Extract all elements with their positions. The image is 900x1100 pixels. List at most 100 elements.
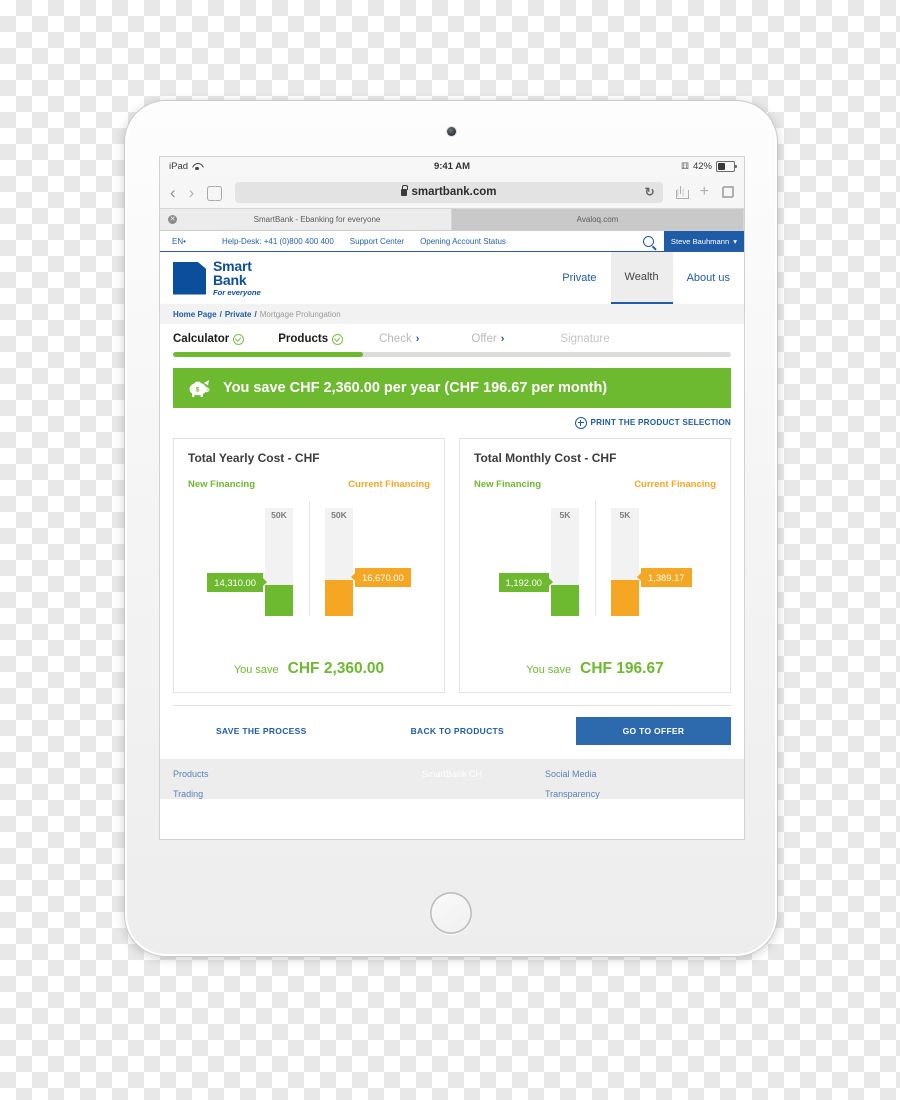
browser-tab-smartbank[interactable]: ✕ SmartBank - Ebanking for everyone <box>160 209 452 230</box>
utility-bar-right: Steve Bauhmann ▾ <box>642 231 744 251</box>
breadcrumb-current: Mortgage Prolungation <box>259 309 341 319</box>
savings-label: You save <box>233 663 279 676</box>
step-label: Products <box>278 333 329 345</box>
brand-line-2: Bank <box>213 272 247 289</box>
back-icon[interactable]: ‹ <box>170 184 176 201</box>
search-icon[interactable] <box>642 235 654 247</box>
footer-link-trading[interactable]: Trading <box>173 789 359 799</box>
footer-column-products: Products Trading <box>173 769 359 799</box>
card-savings-summary: You save CHF 2,360.00 <box>174 660 444 678</box>
footer-heading[interactable]: Products <box>173 769 359 779</box>
step-check[interactable]: Check › <box>379 333 419 345</box>
site-footer: Products Trading SmartBank CH Social Med… <box>160 758 744 799</box>
share-icon[interactable] <box>675 185 689 199</box>
bar-value-label-new-financing: 14,310.00 <box>207 572 267 592</box>
bar-value-label-new-financing: 1,192.00 <box>498 572 553 592</box>
step-label: Offer <box>471 333 497 345</box>
legend-current-financing: Current Financing <box>348 478 430 490</box>
safari-toolbar: ‹ › smartbank.com ↻ + <box>160 176 744 209</box>
nav-item-private[interactable]: Private <box>548 252 610 304</box>
step-label: Signature <box>560 333 610 345</box>
bar-fill-current-financing <box>325 579 353 616</box>
bar-value-label-current-financing: 16,670.00 <box>351 567 411 587</box>
go-to-offer-button[interactable]: GO TO OFFER <box>576 716 731 745</box>
bar-fill-current-financing <box>611 579 639 616</box>
forward-icon[interactable]: › <box>189 184 195 201</box>
bar-track: 50K 14,310.00 <box>207 507 293 616</box>
footer-link-transparency[interactable]: Transparency <box>545 789 731 799</box>
chevron-right-icon: › <box>415 333 420 345</box>
bookmarks-icon[interactable] <box>207 185 223 201</box>
tabs-icon[interactable] <box>722 186 734 198</box>
new-tab-icon[interactable]: + <box>700 184 709 200</box>
breadcrumb: Home Page / Private / Mortgage Prolungat… <box>160 304 744 324</box>
bar-axis-cap-label: 5K <box>619 509 631 520</box>
step-offer[interactable]: Offer › <box>471 333 504 345</box>
card-total-yearly-cost: Total Yearly Cost - CHF New Financing Cu… <box>173 437 445 693</box>
brand-wordmark: Smart Bank For everyone <box>213 259 261 297</box>
bar-group-new-financing: 50K 14,310.00 <box>207 507 293 616</box>
check-circle-icon <box>233 333 245 345</box>
nav-item-about-us[interactable]: About us <box>673 252 744 304</box>
brand-logo[interactable]: Smart Bank For everyone <box>160 252 261 304</box>
bar-track: 50K 16,670.00 <box>325 507 411 616</box>
opening-account-status-link[interactable]: Opening Account Status <box>420 237 506 246</box>
action-bar: SAVE THE PROCESS BACK TO PRODUCTS GO TO … <box>173 704 731 745</box>
print-link-label: PRINT THE PRODUCT SELECTION <box>590 418 731 427</box>
browser-tab-title: Avaloq.com <box>576 215 619 224</box>
url-text: smartbank.com <box>411 186 497 198</box>
savings-amount: CHF 2,360.00 <box>287 659 385 677</box>
close-icon[interactable]: ✕ <box>168 215 177 224</box>
primary-navigation: Private Wealth About us <box>548 252 744 304</box>
nav-item-wealth[interactable]: Wealth <box>610 252 673 304</box>
bluetooth-icon: ⚅ <box>681 161 689 171</box>
bar-track: 5K 1,389.17 <box>611 507 692 616</box>
card-savings-summary: You save CHF 196.67 <box>460 660 730 678</box>
legend-current-financing: Current Financing <box>634 478 716 490</box>
reload-icon[interactable]: ↻ <box>645 185 655 199</box>
front-camera <box>446 127 456 136</box>
check-circle-icon <box>332 333 344 345</box>
browser-tab-strip: ✕ SmartBank - Ebanking for everyone Aval… <box>160 209 744 231</box>
home-button[interactable] <box>430 892 472 934</box>
battery-percent-label: 42% <box>692 161 712 172</box>
bar-group-new-financing: 5K 1,192.00 <box>498 507 579 616</box>
cost-comparison-cards: Total Yearly Cost - CHF New Financing Cu… <box>160 429 744 693</box>
plus-circle-icon <box>574 416 587 429</box>
step-signature[interactable]: Signature <box>560 333 609 345</box>
chart-plot-area: 50K 14,310.00 50K 16,670.00 <box>188 500 430 616</box>
card-total-monthly-cost: Total Monthly Cost - CHF New Financing C… <box>459 437 731 693</box>
address-bar[interactable]: smartbank.com ↻ <box>235 181 663 203</box>
savings-label: You save <box>526 663 572 676</box>
bar-value-label-current-financing: 1,389.17 <box>637 567 692 587</box>
bar-fill-new-financing <box>265 584 293 616</box>
lock-icon <box>401 185 409 196</box>
save-the-process-button[interactable]: SAVE THE PROCESS <box>216 726 307 736</box>
card-title: Total Yearly Cost - CHF <box>188 450 320 465</box>
breadcrumb-private[interactable]: Private <box>225 310 252 319</box>
footer-heading[interactable]: Social Media <box>545 769 731 779</box>
browser-tab-avaloq[interactable]: Avaloq.com <box>452 209 744 230</box>
support-center-link[interactable]: Support Center <box>350 237 404 246</box>
breadcrumb-separator: / <box>254 309 257 319</box>
chart-divider <box>595 500 596 616</box>
browser-tab-title: SmartBank - Ebanking for everyone <box>253 215 381 224</box>
step-calculator[interactable]: Calculator <box>173 333 245 345</box>
footer-column-social: Social Media Transparency <box>545 769 731 799</box>
print-product-selection-link[interactable]: PRINT THE PRODUCT SELECTION <box>574 416 732 429</box>
savings-banner: $ You save CHF 2,360.00 per year (CHF 19… <box>173 367 731 408</box>
brand-line-1: Smart <box>213 257 252 274</box>
site-header: Smart Bank For everyone Private Wealth A… <box>160 252 744 304</box>
chevron-down-icon: ▾ <box>733 236 737 246</box>
step-label: Check <box>379 333 412 345</box>
user-menu[interactable]: Steve Bauhmann ▾ <box>663 231 744 251</box>
step-products[interactable]: Products <box>278 333 344 345</box>
breadcrumb-home[interactable]: Home Page <box>173 310 217 319</box>
legend-new-financing: New Financing <box>188 478 256 490</box>
smartbank-logo-icon <box>173 261 206 295</box>
back-to-products-button[interactable]: BACK TO PRODUCTS <box>411 726 504 736</box>
language-selector[interactable]: EN• <box>172 237 186 246</box>
screen-bezel: iPad 9:41 AM ⚅ 42% ‹ › smartbank.com ↻ +… <box>159 156 745 840</box>
web-page: EN• Help-Desk: +41 (0)800 400 400 Suppor… <box>160 231 744 839</box>
chevron-right-icon: › <box>500 333 505 345</box>
